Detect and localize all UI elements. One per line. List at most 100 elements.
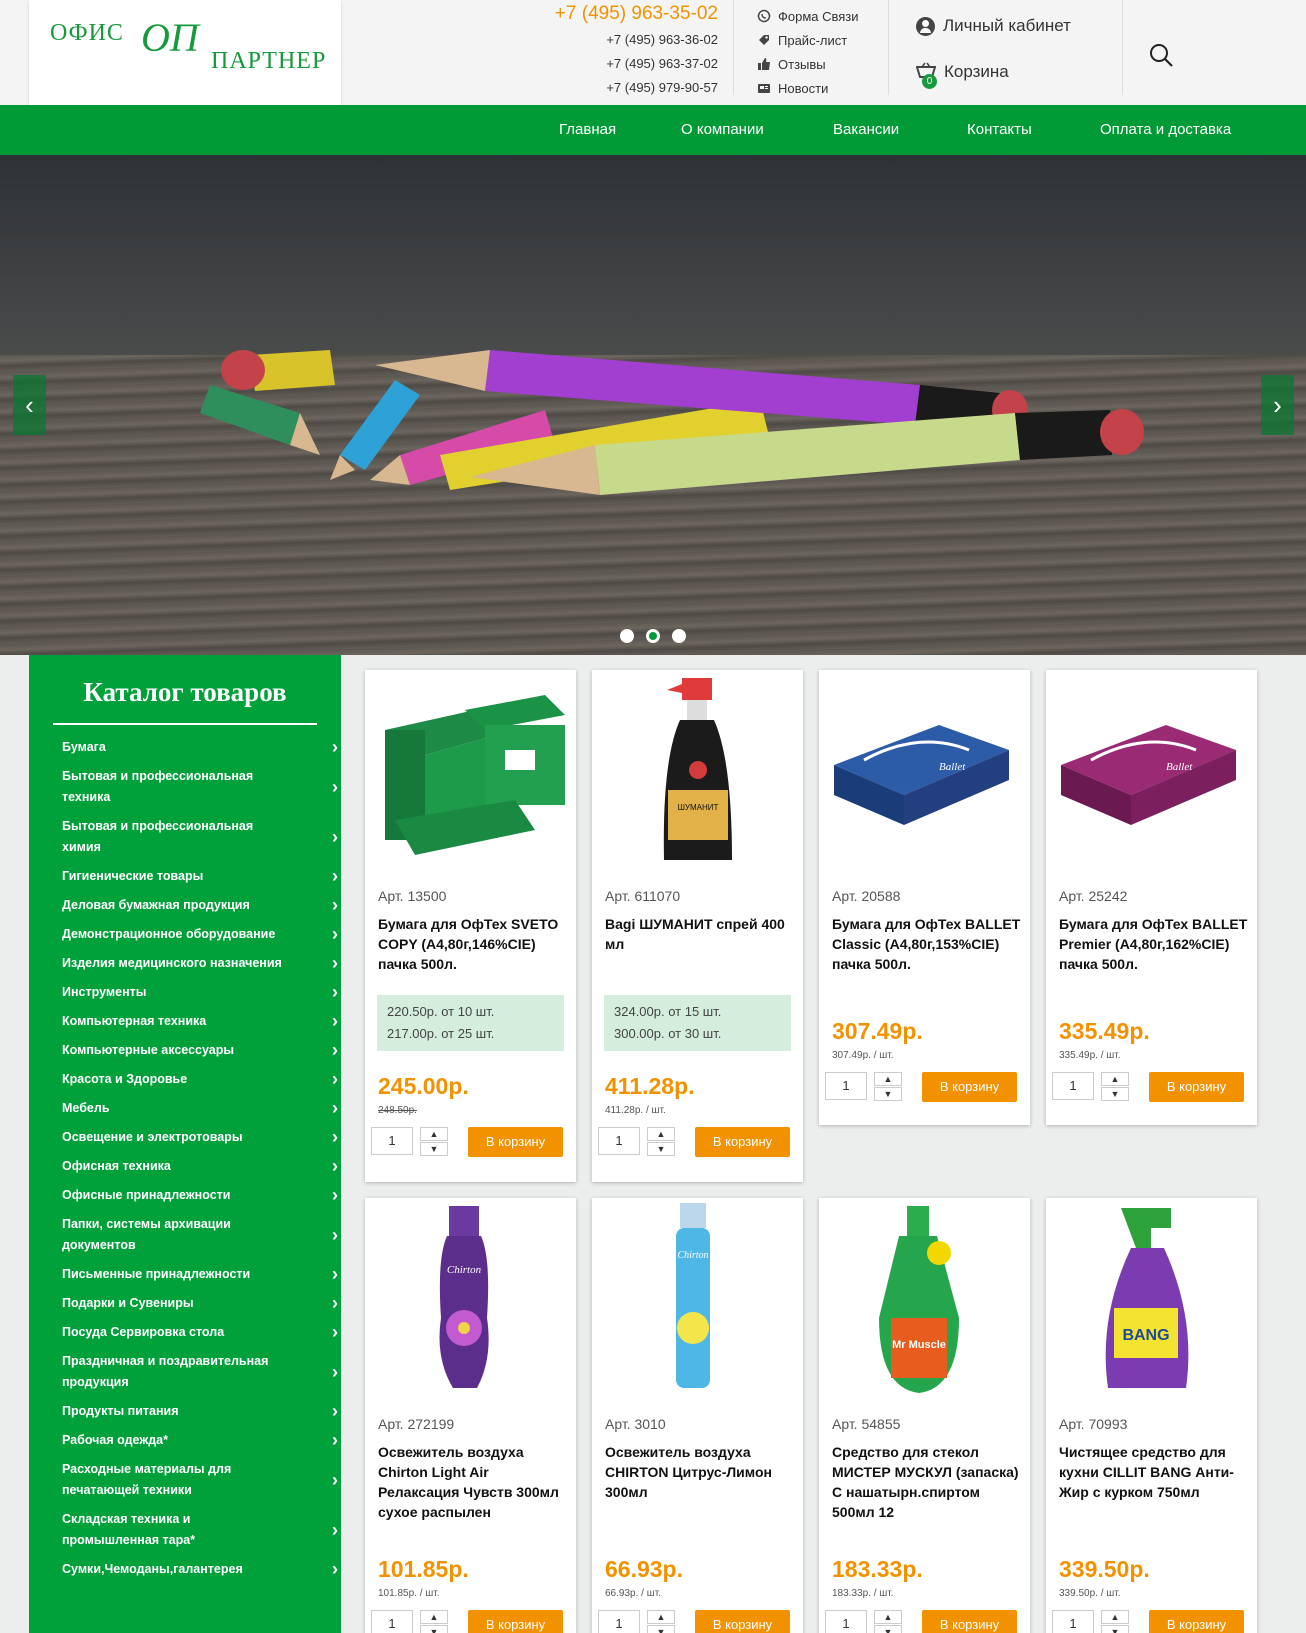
phone-4[interactable]: +7 (495) 979-90-57 xyxy=(520,76,718,100)
catalog-item[interactable]: Подарки и Сувениры › xyxy=(62,1289,338,1318)
link-price-list[interactable]: Прайс-лист xyxy=(756,28,859,52)
cart-link[interactable]: 0 Корзина xyxy=(915,62,1009,89)
product-card[interactable]: Арт. 13500 Бумага для ОфТех SVETO COPY (А… xyxy=(365,670,576,1182)
product-image[interactable]: Chirton xyxy=(365,1198,576,1413)
product-name[interactable]: Освежитель воздуха CHIRTON Цитрус-Лимон … xyxy=(605,1442,795,1502)
product-card[interactable]: Mr Muscle Арт. 54855 Средство для стекол М… xyxy=(819,1198,1030,1633)
nav-item-vacancies[interactable]: Вакансии xyxy=(833,105,899,155)
link-news[interactable]: Новости xyxy=(756,76,859,100)
nav-item-payment-delivery[interactable]: Оплата и доставка xyxy=(1100,105,1231,155)
logo[interactable]: ОФИС ОП ПАРТНЕР xyxy=(29,0,341,105)
link-reviews[interactable]: Отзывы xyxy=(756,52,859,76)
product-image[interactable] xyxy=(365,670,576,885)
nav-item-about[interactable]: О компании xyxy=(681,105,764,155)
quantity-up-button[interactable]: ▲ xyxy=(420,1127,448,1141)
product-name[interactable]: Бумага для ОфТех BALLET Classic (А4,80г,… xyxy=(832,914,1022,974)
product-card[interactable]: Ballet Арт. 20588 Бумага для ОфТех BALLET … xyxy=(819,670,1030,1125)
account-link[interactable]: Личный кабинет xyxy=(916,16,1071,36)
product-name[interactable]: Средство для стекол МИСТЕР МУСКУЛ (запас… xyxy=(832,1442,1022,1522)
catalog-item[interactable]: Бытовая и профессиональная химия › xyxy=(62,812,338,862)
slider-prev-arrow[interactable]: ‹ xyxy=(13,375,46,435)
add-to-cart-button[interactable]: В корзину xyxy=(1149,1072,1244,1102)
quantity-input[interactable]: 1 xyxy=(1052,1610,1094,1633)
nav-item-home[interactable]: Главная xyxy=(559,105,616,155)
product-image[interactable]: Chirton xyxy=(592,1198,803,1413)
add-to-cart-button[interactable]: В корзину xyxy=(922,1072,1017,1102)
catalog-item[interactable]: Офисные принадлежности › xyxy=(62,1181,338,1210)
product-image[interactable]: BANG xyxy=(1046,1198,1257,1413)
quantity-input[interactable]: 1 xyxy=(598,1127,640,1155)
phone-2[interactable]: +7 (495) 963-36-02 xyxy=(520,28,718,52)
catalog-item[interactable]: Посуда Сервировка стола › xyxy=(62,1318,338,1347)
quantity-down-button[interactable]: ▼ xyxy=(647,1142,675,1156)
product-image[interactable]: Mr Muscle xyxy=(819,1198,1030,1413)
quantity-up-button[interactable]: ▲ xyxy=(1101,1072,1129,1086)
quantity-input[interactable]: 1 xyxy=(598,1610,640,1633)
search-icon[interactable] xyxy=(1148,42,1174,68)
quantity-down-button[interactable]: ▼ xyxy=(874,1625,902,1633)
catalog-item[interactable]: Бумага › xyxy=(62,733,338,762)
add-to-cart-button[interactable]: В корзину xyxy=(468,1610,563,1633)
product-card[interactable]: Ballet Арт. 25242 Бумага для ОфТех BALLET … xyxy=(1046,670,1257,1125)
product-name[interactable]: Bagi ШУМАНИТ спрей 400 мл xyxy=(605,914,795,954)
catalog-item[interactable]: Складская техника и промышленная тара* › xyxy=(62,1505,338,1555)
phone-main[interactable]: +7 (495) 963-35-02 xyxy=(520,0,718,28)
phone-3[interactable]: +7 (495) 963-37-02 xyxy=(520,52,718,76)
slider-dot-3[interactable] xyxy=(672,629,686,643)
quantity-down-button[interactable]: ▼ xyxy=(874,1087,902,1101)
product-image[interactable]: Ballet xyxy=(819,670,1030,885)
quantity-up-button[interactable]: ▲ xyxy=(647,1610,675,1624)
product-name[interactable]: Бумага для ОфТех SVETO COPY (А4,80г,146%… xyxy=(378,914,568,974)
product-card[interactable]: ШУМАНИТ Арт. 611070 Bagi ШУМАНИТ спрей 400… xyxy=(592,670,803,1182)
slider-dot-2[interactable] xyxy=(646,629,660,643)
quantity-input[interactable]: 1 xyxy=(825,1610,867,1633)
add-to-cart-button[interactable]: В корзину xyxy=(922,1610,1017,1633)
quantity-up-button[interactable]: ▲ xyxy=(647,1127,675,1141)
catalog-item[interactable]: Продукты питания › xyxy=(62,1397,338,1426)
quantity-up-button[interactable]: ▲ xyxy=(874,1610,902,1624)
add-to-cart-button[interactable]: В корзину xyxy=(468,1127,563,1157)
catalog-item[interactable]: Офисная техника › xyxy=(62,1152,338,1181)
product-card[interactable]: Chirton Арт. 3010 Освежитель воздуха CHIRT… xyxy=(592,1198,803,1633)
add-to-cart-button[interactable]: В корзину xyxy=(695,1610,790,1633)
link-feedback-form[interactable]: Форма Связи xyxy=(756,4,859,28)
product-card[interactable]: Chirton Арт. 272199 Освежитель воздуха Chi… xyxy=(365,1198,576,1633)
quantity-up-button[interactable]: ▲ xyxy=(874,1072,902,1086)
quantity-input[interactable]: 1 xyxy=(371,1127,413,1155)
catalog-item[interactable]: Бытовая и профессиональная техника › xyxy=(62,762,338,812)
product-image[interactable]: Ballet xyxy=(1046,670,1257,885)
product-name[interactable]: Чистящее средство для кухни CILLIT BANG … xyxy=(1059,1442,1249,1502)
catalog-item[interactable]: Рабочая одежда* › xyxy=(62,1426,338,1455)
nav-item-contacts[interactable]: Контакты xyxy=(967,105,1032,155)
catalog-item[interactable]: Компьютерная техника › xyxy=(62,1007,338,1036)
catalog-item[interactable]: Деловая бумажная продукция › xyxy=(62,891,338,920)
catalog-item[interactable]: Гигиенические товары › xyxy=(62,862,338,891)
catalog-item[interactable]: Компьютерные аксессуары › xyxy=(62,1036,338,1065)
catalog-item[interactable]: Мебель › xyxy=(62,1094,338,1123)
catalog-item[interactable]: Красота и Здоровье › xyxy=(62,1065,338,1094)
quantity-down-button[interactable]: ▼ xyxy=(420,1142,448,1156)
quantity-down-button[interactable]: ▼ xyxy=(1101,1087,1129,1101)
product-card[interactable]: BANG Арт. 70993 Чистящее средство для кухн… xyxy=(1046,1198,1257,1633)
catalog-item[interactable]: Праздничная и поздравительная продукция › xyxy=(62,1347,338,1397)
quantity-up-button[interactable]: ▲ xyxy=(420,1610,448,1624)
quantity-down-button[interactable]: ▼ xyxy=(1101,1625,1129,1633)
quantity-input[interactable]: 1 xyxy=(1052,1072,1094,1100)
add-to-cart-button[interactable]: В корзину xyxy=(1149,1610,1244,1633)
quantity-up-button[interactable]: ▲ xyxy=(1101,1610,1129,1624)
product-name[interactable]: Освежитель воздуха Chirton Light Air Рел… xyxy=(378,1442,568,1522)
quantity-input[interactable]: 1 xyxy=(825,1072,867,1100)
catalog-item[interactable]: Изделия медицинского назначения › xyxy=(62,949,338,978)
catalog-item[interactable]: Сумки,Чемоданы,галантерея › xyxy=(62,1555,338,1584)
product-image[interactable]: ШУМАНИТ xyxy=(592,670,803,885)
quantity-down-button[interactable]: ▼ xyxy=(647,1625,675,1633)
catalog-item[interactable]: Освещение и электротовары › xyxy=(62,1123,338,1152)
catalog-item[interactable]: Инструменты › xyxy=(62,978,338,1007)
slider-dot-1[interactable] xyxy=(620,629,634,643)
quantity-down-button[interactable]: ▼ xyxy=(420,1625,448,1633)
quantity-input[interactable]: 1 xyxy=(371,1610,413,1633)
catalog-item[interactable]: Письменные принадлежности › xyxy=(62,1260,338,1289)
product-name[interactable]: Бумага для ОфТех BALLET Premier (А4,80г,… xyxy=(1059,914,1249,974)
slider-next-arrow[interactable]: › xyxy=(1261,375,1294,435)
add-to-cart-button[interactable]: В корзину xyxy=(695,1127,790,1157)
